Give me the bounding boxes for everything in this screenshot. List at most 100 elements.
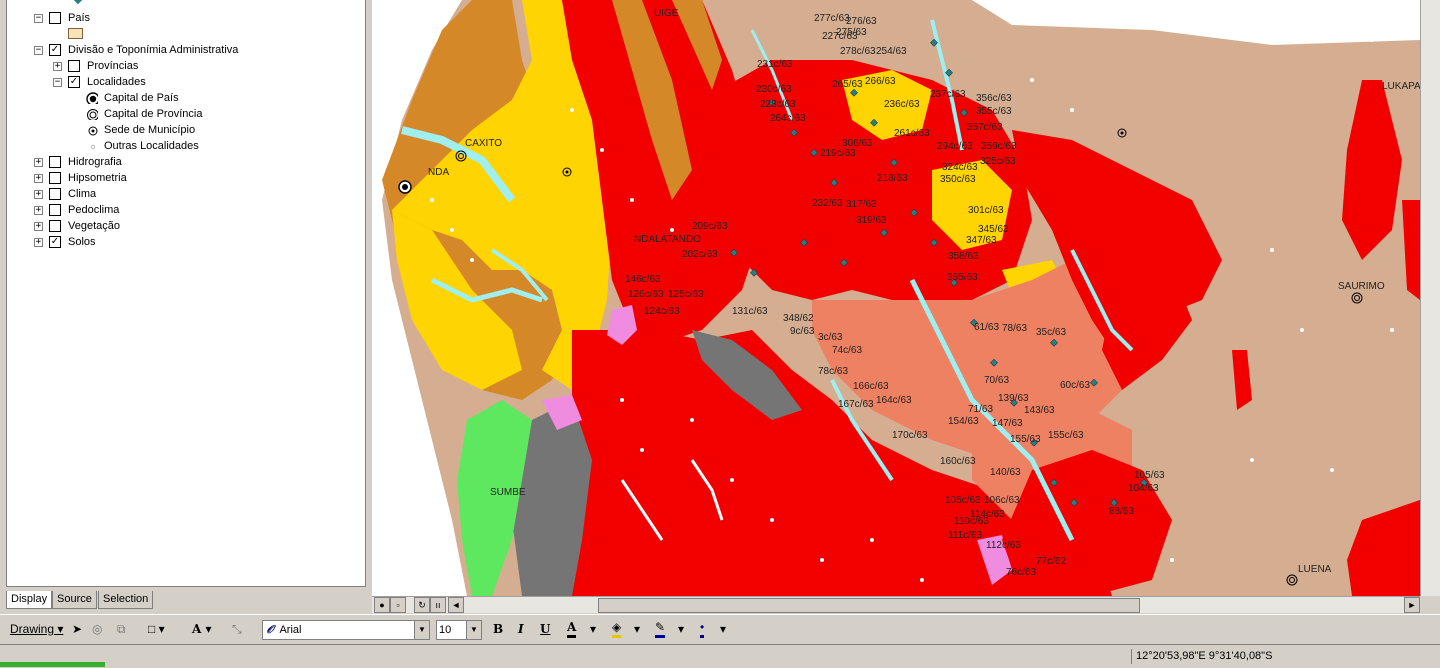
layer-checkbox[interactable]: [49, 172, 61, 184]
layer-checkbox[interactable]: [49, 156, 61, 168]
parcel-label: 266/63: [865, 76, 896, 87]
layer-checkbox[interactable]: [49, 204, 61, 216]
parcel-label: 143/63: [1024, 405, 1055, 416]
parcel-label: 202c/63: [682, 249, 718, 260]
layer-checkbox[interactable]: ✓: [49, 236, 61, 248]
fill-color-icon[interactable]: ◈: [612, 619, 622, 638]
layer-row-hidrografia[interactable]: + Hidrografia: [7, 154, 365, 170]
text-tool-icon[interactable]: A ▾: [192, 619, 212, 639]
layer-label: Pedoclima: [68, 204, 120, 216]
parcel-label: 160c/63: [940, 456, 976, 467]
font-size-value: 10: [439, 624, 452, 636]
layer-checkbox[interactable]: ✓: [49, 44, 61, 56]
map-vertical-scrollbar[interactable]: [1420, 0, 1440, 596]
parcel-label: 77c/62: [1036, 556, 1067, 567]
collapse-icon[interactable]: −: [34, 14, 43, 23]
drawing-menu-button[interactable]: Drawing ▾: [10, 619, 63, 639]
parcel-label: 232/63: [812, 198, 843, 209]
map-view[interactable]: UIGE CAXITO NDA NDALATANDO SUMBE LUENA S…: [372, 0, 1420, 596]
collapse-icon[interactable]: −: [34, 46, 43, 55]
collapse-icon[interactable]: −: [53, 78, 62, 87]
layer-label: Localidades: [87, 76, 146, 88]
place-label: UIGE: [654, 8, 679, 19]
zoom-selected-icon[interactable]: ⧉: [117, 619, 126, 639]
table-of-contents-panel: − País − ✓ Divisão e Toponímia Administr…: [0, 0, 370, 592]
tab-selection[interactable]: Selection: [98, 591, 154, 609]
parcel-label: 166c/63: [853, 381, 889, 392]
parcel-label: 35c/63: [1036, 327, 1067, 338]
select-pointer-icon[interactable]: ➤: [72, 619, 82, 639]
parcel-label: 131c/63: [732, 306, 768, 317]
expand-icon[interactable]: +: [34, 190, 43, 199]
parcel-label: 106c/63: [984, 495, 1020, 506]
expand-icon[interactable]: +: [34, 206, 43, 215]
parcel-label: 164c/63: [876, 395, 912, 406]
parcel-label: 348/62: [783, 313, 814, 324]
tab-display[interactable]: Display: [6, 591, 53, 609]
chevron-down-icon[interactable]: ▾: [590, 619, 596, 639]
pause-icon[interactable]: ıı: [430, 597, 446, 613]
layer-checkbox[interactable]: [49, 12, 61, 24]
font-color-icon[interactable]: A: [567, 619, 577, 638]
layer-row-vegetacao[interactable]: + Vegetação: [7, 218, 365, 234]
expand-icon[interactable]: +: [34, 222, 43, 231]
layer-row-pedoclima[interactable]: + Pedoclima: [7, 202, 365, 218]
scroll-thumb[interactable]: [598, 598, 1140, 613]
font-size-select[interactable]: 10 ▼: [436, 620, 482, 640]
place-label: SUMBE: [490, 487, 526, 498]
layer-row-hipsometria[interactable]: + Hipsometria: [7, 170, 365, 186]
parcel-label: 78/63: [1002, 323, 1028, 334]
parcel-label: 294c/63: [937, 141, 973, 152]
edit-vertices-icon[interactable]: ⤡: [232, 619, 242, 639]
layer-checkbox[interactable]: [68, 60, 80, 72]
map-horizontal-scrollbar[interactable]: ● ▫ ↻ ıı ◄ ►: [372, 596, 1420, 613]
layer-row-divisao[interactable]: − ✓ Divisão e Toponímia Administrativa: [7, 42, 365, 58]
expand-icon[interactable]: +: [34, 238, 43, 247]
taskbar-start-edge: [0, 662, 105, 667]
font-name-select[interactable]: 𝒪 Arial ▼: [262, 620, 430, 640]
layer-row-clima[interactable]: + Clima: [7, 186, 365, 202]
parcel-label: 228c/63: [760, 99, 796, 110]
chevron-down-icon[interactable]: ▼: [466, 621, 481, 639]
expand-icon[interactable]: +: [34, 158, 43, 167]
parcel-label: 350c/63: [940, 174, 976, 185]
rotate-icon[interactable]: ◎: [92, 619, 102, 639]
chevron-down-icon[interactable]: ▾: [720, 619, 726, 639]
globe-icon[interactable]: ●: [374, 597, 390, 613]
layer-checkbox[interactable]: [49, 188, 61, 200]
page-icon[interactable]: ▫: [390, 597, 406, 613]
parcel-label: 219c/63: [820, 148, 856, 159]
chevron-down-icon[interactable]: ▾: [634, 619, 640, 639]
layer-tree: − País − ✓ Divisão e Toponímia Administr…: [6, 0, 366, 587]
layer-row-pais[interactable]: − País: [7, 10, 365, 26]
layer-checkbox[interactable]: ✓: [68, 76, 80, 88]
layer-label: Hidrografia: [68, 156, 122, 168]
soil-map[interactable]: [372, 0, 1420, 596]
drawing-toolbar: Drawing ▾ ➤ ◎ ⧉ □ ▾ A ▾ ⤡ 𝒪 Arial ▼ 10 ▼…: [0, 614, 1440, 643]
coordinate-readout: 12°20'53,98"E 9°31'40,08"S: [1131, 649, 1272, 664]
scroll-left-button[interactable]: ◄: [448, 597, 464, 613]
expand-icon[interactable]: +: [53, 62, 62, 71]
expand-icon[interactable]: +: [34, 174, 43, 183]
tab-source[interactable]: Source: [52, 591, 97, 609]
parcel-label: 317/63: [846, 199, 877, 210]
chevron-down-icon[interactable]: ▾: [678, 619, 684, 639]
layer-row-provincias[interactable]: + Províncias: [7, 58, 365, 74]
underline-button[interactable]: U: [540, 619, 550, 639]
bold-button[interactable]: B: [493, 619, 503, 639]
italic-button[interactable]: I: [518, 619, 524, 639]
parcel-label: 227c/63: [822, 31, 858, 42]
rectangle-tool-icon[interactable]: □ ▾: [148, 619, 165, 639]
chevron-down-icon[interactable]: ▼: [414, 621, 429, 639]
parcel-label: 124c/63: [644, 306, 680, 317]
parcel-label: 140/63: [990, 467, 1021, 478]
line-color-icon[interactable]: ✎: [655, 619, 666, 638]
scroll-right-button[interactable]: ►: [1404, 597, 1420, 613]
layer-row-solos[interactable]: + ✓ Solos: [7, 234, 365, 250]
capital-province-icon: [87, 109, 98, 120]
layer-row-localidades[interactable]: − ✓ Localidades: [7, 74, 365, 90]
parcel-label: 261c/63: [894, 128, 930, 139]
marker-color-icon[interactable]: •: [700, 619, 705, 638]
layer-checkbox[interactable]: [49, 220, 61, 232]
refresh-icon[interactable]: ↻: [414, 597, 430, 613]
